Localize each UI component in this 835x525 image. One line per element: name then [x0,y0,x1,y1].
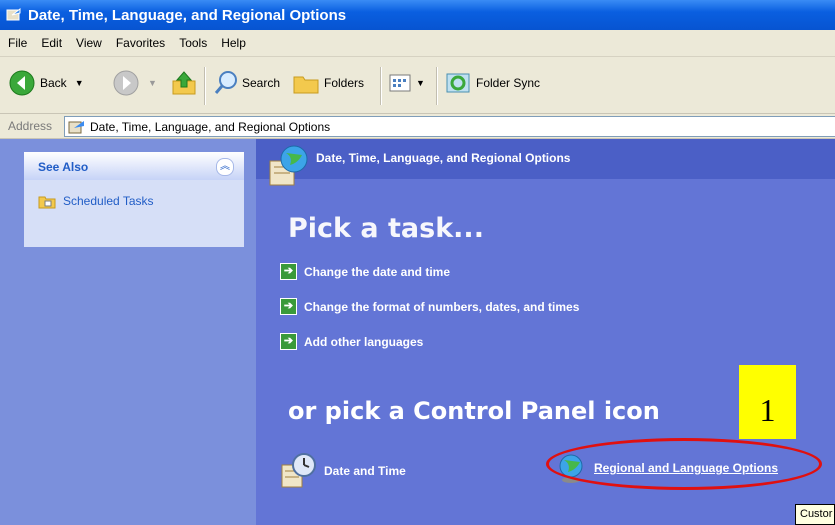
search-button[interactable]: Search [212,69,280,97]
search-label: Search [242,76,281,90]
folders-button[interactable]: Folders [292,69,364,97]
see-also-panel: See Also ︽ Scheduled Tasks [24,152,244,247]
address-field[interactable]: Date, Time, Language, and Regional Optio… [64,116,835,137]
green-arrow-icon: ➔ [280,298,297,315]
annotation-callout: 1 [739,365,796,439]
menu-view[interactable]: View [76,36,102,50]
views-button[interactable]: ▼ [388,71,425,95]
category-title: Date, Time, Language, and Regional Optio… [316,151,571,165]
forward-arrow-icon [113,70,139,96]
category-header: Date, Time, Language, and Regional Optio… [256,139,835,186]
task-label: Change the format of numbers, dates, and… [304,299,580,314]
left-pane: See Also ︽ Scheduled Tasks [0,139,256,525]
tooltip: Custor [795,504,835,525]
forward-button[interactable]: ▼ [112,69,157,97]
menu-help[interactable]: Help [221,36,246,50]
sidebar-item-scheduled-tasks[interactable]: Scheduled Tasks [38,192,154,210]
back-arrow-icon [9,70,35,96]
folder-sync-label: Folder Sync [476,76,541,90]
up-folder-button[interactable] [170,69,198,97]
forward-dropdown-icon[interactable]: ▼ [148,78,157,88]
task-change-date-time[interactable]: ➔ Change the date and time [280,263,450,280]
back-label: Back [40,76,67,90]
folder-sync-icon [446,73,470,93]
toolbar: Back ▼ ▼ Search Folders ▼ Folder Sync [0,57,835,114]
task-add-languages[interactable]: ➔ Add other languages [280,333,423,350]
task-change-format[interactable]: ➔ Change the format of numbers, dates, a… [280,298,579,315]
date-and-time-label: Date and Time [324,464,406,478]
title-bar: Date, Time, Language, and Regional Optio… [0,0,835,30]
views-dropdown-icon[interactable]: ▼ [416,78,425,88]
address-value: Date, Time, Language, and Regional Optio… [90,119,331,134]
clock-calendar-icon [281,453,316,488]
control-panel-icon [68,120,84,133]
window-title: Date, Time, Language, and Regional Optio… [28,6,347,24]
address-bar: Address Date, Time, Language, and Region… [0,114,835,139]
collapse-chevron-icon[interactable]: ︽ [216,158,234,176]
folders-icon [293,76,319,94]
sidebar-item-label: Scheduled Tasks [63,194,154,208]
date-and-time-icon-item[interactable]: Date and Time [280,451,406,491]
menu-favorites[interactable]: Favorites [116,36,165,50]
pick-task-heading: Pick a task... [288,213,484,244]
menu-edit[interactable]: Edit [41,36,62,50]
folders-label: Folders [324,76,365,90]
green-arrow-icon: ➔ [280,333,297,350]
back-button[interactable]: Back ▼ [8,69,84,97]
up-folder-icon [172,71,196,95]
pick-icon-heading: or pick a Control Panel icon [288,397,660,425]
see-also-title: See Also [38,160,89,174]
green-arrow-icon: ➔ [280,263,297,280]
menu-tools[interactable]: Tools [179,36,207,50]
scheduled-tasks-icon [38,196,56,209]
folder-sync-button[interactable]: Folder Sync [444,69,540,97]
back-dropdown-icon[interactable]: ▼ [75,78,84,88]
search-icon [214,71,237,94]
address-label: Address [8,119,53,133]
highlight-oval [546,438,822,490]
control-panel-icon [6,8,21,21]
task-label: Change the date and time [304,264,451,279]
see-also-header[interactable]: See Also ︽ [24,152,244,180]
views-icon [389,74,411,92]
menu-file[interactable]: File [8,36,27,50]
date-time-language-icon [269,145,308,186]
menu-bar: File Edit View Favorites Tools Help [0,30,835,57]
task-label: Add other languages [304,334,424,349]
